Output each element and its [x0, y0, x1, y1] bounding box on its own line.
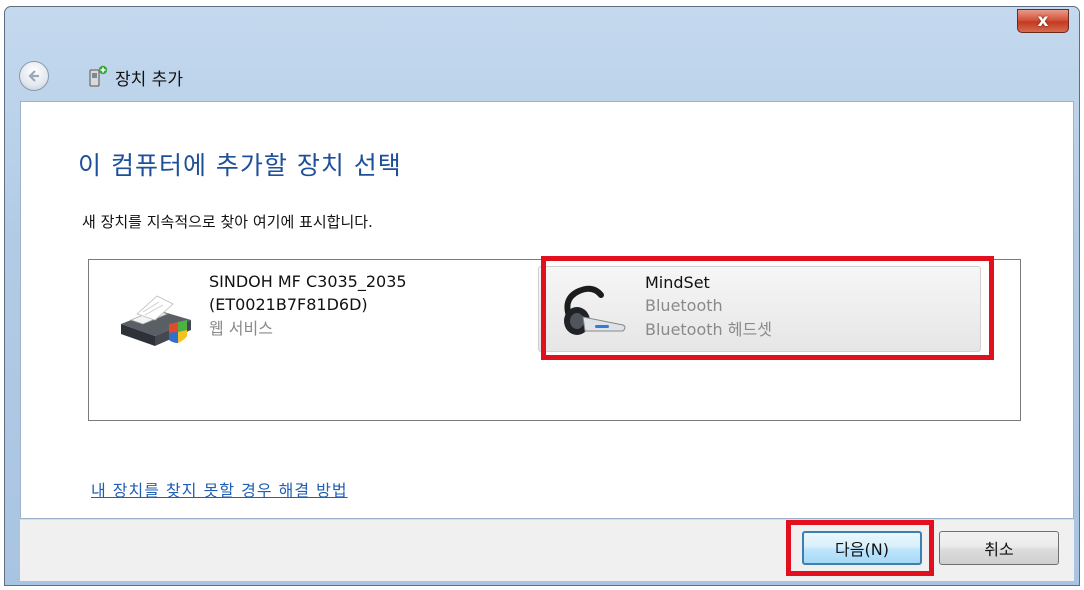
header-bar: 장치 추가 — [5, 51, 1079, 101]
printer-icon — [121, 295, 191, 346]
back-button[interactable] — [19, 61, 49, 91]
cancel-button[interactable]: 취소 — [939, 531, 1059, 565]
headset-name: MindSet — [645, 273, 710, 292]
instruction-text: 새 장치를 지속적으로 찾아 여기에 표시합니다. — [82, 213, 373, 231]
close-button[interactable]: x — [1017, 9, 1069, 33]
next-button[interactable]: 다음(N) — [802, 531, 922, 565]
printer-type: 웹 서비스 — [209, 319, 273, 338]
troubleshoot-link[interactable]: 내 장치를 찾지 못할 경우 해결 방법 — [91, 477, 348, 501]
device-item-printer[interactable]: SINDOH MF C3035_2035 (ET0021B7F81D6D) 웹 … — [117, 270, 497, 350]
footer-bar: 다음(N) 취소 — [20, 519, 1074, 581]
headset-connection: Bluetooth — [645, 296, 723, 315]
back-arrow-icon — [28, 70, 39, 82]
window-title: 장치 추가 — [115, 70, 183, 90]
device-list[interactable]: SINDOH MF C3035_2035 (ET0021B7F81D6D) 웹 … — [88, 256, 1021, 421]
headset-icon — [564, 285, 626, 335]
add-device-window: x 장치 추가 이 컴퓨터에 추가할 장치 선택 새 장치를 지속적으로 찾아 … — [4, 6, 1080, 586]
printer-name: SINDOH MF C3035_2035 — [209, 272, 407, 291]
page-title: 이 컴퓨터에 추가할 장치 선택 — [78, 151, 402, 180]
device-item-headset[interactable]: MindSet Bluetooth Bluetooth 헤드셋 — [538, 266, 981, 352]
printer-id: (ET0021B7F81D6D) — [209, 295, 368, 314]
content-panel: 이 컴퓨터에 추가할 장치 선택 새 장치를 지속적으로 찾아 여기에 표시합니… — [20, 101, 1074, 519]
add-device-icon — [89, 65, 108, 87]
headset-type: Bluetooth 헤드셋 — [645, 320, 772, 339]
close-icon: x — [1037, 10, 1049, 31]
